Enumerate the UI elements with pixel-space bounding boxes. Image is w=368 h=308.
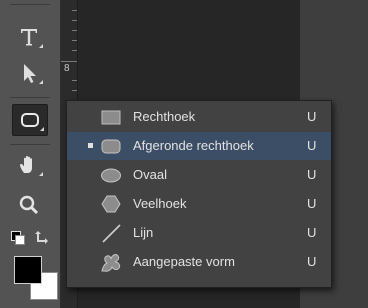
rounded-rectangle-icon: [101, 139, 121, 154]
tools-panel: [0, 0, 61, 308]
selected-marker-icon: [88, 143, 93, 148]
menu-item-shortcut: U: [307, 196, 317, 211]
zoom-icon: [19, 195, 39, 215]
ruler-label: 8: [64, 63, 70, 74]
rounded-rectangle-tool[interactable]: [12, 104, 48, 136]
divider: [10, 4, 50, 5]
menu-item-custom-shape[interactable]: Aangepaste vorm U: [67, 248, 331, 276]
menu-item-polygon[interactable]: Veelhoek U: [67, 190, 331, 218]
swap-colors-icon[interactable]: [34, 229, 50, 245]
custom-shape-icon: [101, 254, 121, 272]
menu-item-rectangle[interactable]: Rechthoek U: [67, 103, 331, 131]
rectangle-icon: [101, 110, 121, 125]
menu-item-label: Ovaal: [133, 167, 167, 182]
divider: [10, 144, 50, 145]
zoom-tool[interactable]: [12, 190, 46, 220]
polygon-icon: [101, 195, 121, 213]
arrow-icon: [24, 64, 36, 83]
menu-item-shortcut: U: [307, 138, 317, 153]
text-tool[interactable]: [12, 22, 46, 52]
menu-item-rounded-rectangle[interactable]: Afgeronde rechthoek U: [67, 132, 331, 160]
ellipse-icon: [101, 168, 121, 183]
menu-item-line[interactable]: Lijn U: [67, 219, 331, 247]
default-colors-icon[interactable]: [11, 231, 25, 245]
menu-item-label: Veelhoek: [133, 196, 187, 211]
menu-item-label: Lijn: [133, 225, 154, 240]
menu-item-label: Aangepaste vorm: [133, 254, 235, 269]
menu-item-shortcut: U: [307, 254, 317, 269]
menu-item-shortcut: U: [307, 167, 317, 182]
type-icon: [21, 29, 37, 46]
hand-icon: [20, 156, 32, 173]
foreground-color-swatch[interactable]: [14, 256, 42, 284]
menu-item-shortcut: U: [307, 225, 317, 240]
menu-item-shortcut: U: [307, 109, 317, 124]
menu-item-ellipse[interactable]: Ovaal U: [67, 161, 331, 189]
divider: [10, 97, 50, 98]
line-icon: [102, 224, 121, 243]
shape-tool-flyout-menu: Rechthoek U Afgeronde rechthoek U Ovaal …: [66, 100, 332, 288]
menu-item-label: Afgeronde rechthoek: [133, 138, 254, 153]
hand-tool[interactable]: [12, 150, 46, 180]
path-selection-tool[interactable]: [12, 58, 46, 88]
menu-item-label: Rechthoek: [133, 109, 196, 124]
rounded-rect-icon: [21, 113, 39, 127]
